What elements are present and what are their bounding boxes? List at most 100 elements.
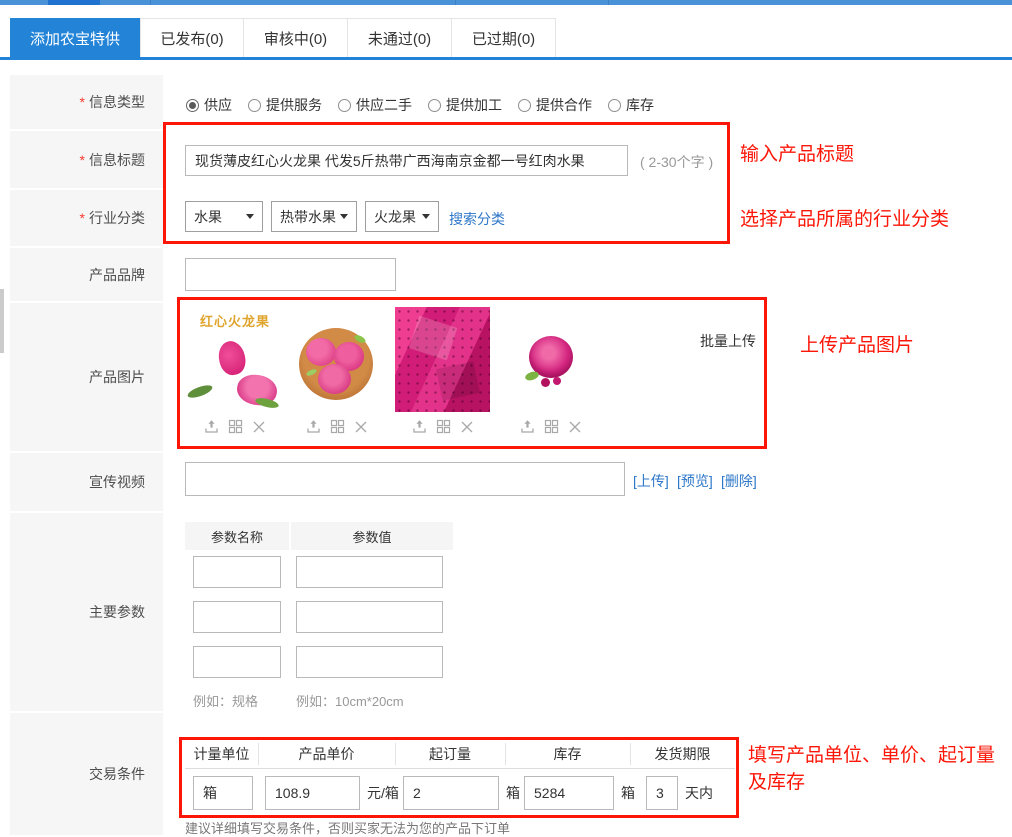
trade-header-divider — [258, 743, 259, 765]
label-text: 产品图片 — [89, 367, 145, 387]
image-2-toolbar — [306, 419, 368, 434]
close-icon[interactable] — [568, 420, 582, 434]
trade-delivery-input[interactable]: 3 — [646, 776, 678, 810]
video-delete-link[interactable]: [删除] — [721, 471, 757, 491]
label-text: 产品品牌 — [89, 265, 145, 285]
param-name-input-1[interactable] — [193, 556, 281, 588]
param-value-example: 例如：10cm*20cm — [296, 691, 404, 710]
param-value-input-2[interactable] — [296, 601, 443, 633]
dragonfruit-shape — [306, 338, 336, 366]
trade-unit-group: 箱 — [193, 776, 253, 810]
trade-header-unit: 计量单位 — [185, 740, 258, 768]
upload-icon[interactable] — [204, 419, 219, 434]
batch-upload-link[interactable]: 批量上传 — [700, 331, 756, 351]
radio-icon — [338, 99, 351, 112]
annotation-title: 输入产品标题 — [740, 141, 854, 168]
browser-top-strip — [0, 0, 1012, 5]
info-type-radio-group: 供应 提供服务 供应二手 提供加工 提供合作 库存 — [186, 95, 654, 115]
label-info-title: * 信息标题 — [10, 131, 163, 188]
label-text: 主要参数 — [89, 602, 145, 622]
image-1-toolbar — [204, 419, 266, 434]
brand-input[interactable] — [185, 258, 396, 291]
radio-label: 提供服务 — [266, 95, 322, 115]
leaf-shape — [254, 396, 279, 410]
grid-icon[interactable] — [228, 419, 243, 434]
trade-delivery-unit: 天内 — [685, 783, 713, 803]
radio-supply[interactable]: 供应 — [186, 95, 232, 115]
required-mark: * — [80, 210, 85, 226]
label-trade: 交易条件 — [10, 713, 163, 835]
close-icon[interactable] — [354, 420, 368, 434]
param-value-input-1[interactable] — [296, 556, 443, 588]
radio-label: 提供合作 — [536, 95, 592, 115]
radio-icon — [428, 99, 441, 112]
close-icon[interactable] — [460, 420, 474, 434]
upload-icon[interactable] — [520, 419, 535, 434]
category-select-level3[interactable]: 火龙果 — [365, 201, 439, 232]
radio-secondhand[interactable]: 供应二手 — [338, 95, 412, 115]
trade-header-delivery: 发货期限 — [630, 740, 735, 768]
trade-stock-unit: 箱 — [621, 783, 635, 803]
param-name-input-2[interactable] — [193, 601, 281, 633]
tab-rejected[interactable]: 未通过(0) — [347, 18, 452, 58]
trade-price-group: 108.9 元/箱 — [265, 776, 399, 810]
trade-price-unit: 元/箱 — [367, 783, 399, 803]
param-value-input-3[interactable] — [296, 646, 443, 678]
label-info-type: * 信息类型 — [10, 75, 163, 129]
param-value-header: 参数值 — [291, 522, 453, 550]
annotation-category: 选择产品所属的行业分类 — [740, 206, 949, 233]
berry-shape — [541, 378, 550, 387]
trade-price-input[interactable]: 108.9 — [265, 776, 360, 810]
title-input[interactable]: 现货薄皮红心火龙果 代发5斤热带广西海南京金都一号红肉水果 — [185, 145, 628, 176]
tab-expired[interactable]: 已过期(0) — [451, 18, 556, 58]
param-name-input-3[interactable] — [193, 646, 281, 678]
category-select-level2[interactable]: 热带水果 — [271, 201, 357, 232]
grid-icon[interactable] — [436, 419, 451, 434]
dragonfruit-shape — [318, 364, 351, 394]
trade-stock-input[interactable]: 5284 — [524, 776, 614, 810]
radio-stock[interactable]: 库存 — [608, 95, 654, 115]
product-image-1[interactable]: 红心火龙果 — [185, 307, 285, 412]
trade-moq-input[interactable]: 2 — [403, 776, 499, 810]
label-images: 产品图片 — [10, 303, 163, 451]
annotation-trade: 填写产品单位、单价、起订量及库存 — [748, 742, 1004, 796]
required-mark: * — [80, 94, 85, 110]
label-video: 宣传视频 — [10, 453, 163, 511]
tab-under-review[interactable]: 审核中(0) — [243, 18, 348, 58]
strip-divider — [150, 0, 151, 5]
product-image-4[interactable] — [505, 316, 595, 412]
chevron-down-icon — [246, 214, 254, 219]
video-upload-link[interactable]: [上传] — [633, 471, 669, 491]
grid-icon[interactable] — [544, 419, 559, 434]
trade-header-divider — [395, 743, 396, 765]
radio-label: 供应二手 — [356, 95, 412, 115]
cube-highlight — [409, 316, 458, 361]
image-3-toolbar — [412, 419, 474, 434]
search-category-link[interactable]: 搜索分类 — [449, 209, 505, 229]
scrollbar-thumb[interactable] — [0, 289, 4, 353]
upload-icon[interactable] — [412, 419, 427, 434]
radio-service[interactable]: 提供服务 — [248, 95, 322, 115]
product-image-2[interactable] — [292, 316, 380, 412]
upload-icon[interactable] — [306, 419, 321, 434]
close-icon[interactable] — [252, 420, 266, 434]
tab-published[interactable]: 已发布(0) — [140, 18, 244, 58]
trade-header-price: 产品单价 — [258, 740, 395, 768]
required-mark: * — [80, 152, 85, 168]
product-image-3[interactable] — [395, 307, 490, 412]
trade-stock-group: 5284 箱 — [524, 776, 635, 810]
select-value: 火龙果 — [374, 207, 416, 227]
param-name-example: 例如：规格 — [193, 691, 258, 710]
video-url-input[interactable] — [185, 462, 625, 496]
radio-cooperation[interactable]: 提供合作 — [518, 95, 592, 115]
video-preview-link[interactable]: [预览] — [677, 471, 713, 491]
label-brand: 产品品牌 — [10, 248, 163, 301]
label-params: 主要参数 — [10, 513, 163, 711]
category-select-level1[interactable]: 水果 — [185, 201, 263, 232]
grid-icon[interactable] — [330, 419, 345, 434]
radio-processing[interactable]: 提供加工 — [428, 95, 502, 115]
trade-unit-input[interactable]: 箱 — [193, 776, 253, 810]
trade-moq-group: 2 箱 — [403, 776, 520, 810]
radio-label: 提供加工 — [446, 95, 502, 115]
tab-add-special-supply[interactable]: 添加农宝特供 — [10, 18, 140, 58]
